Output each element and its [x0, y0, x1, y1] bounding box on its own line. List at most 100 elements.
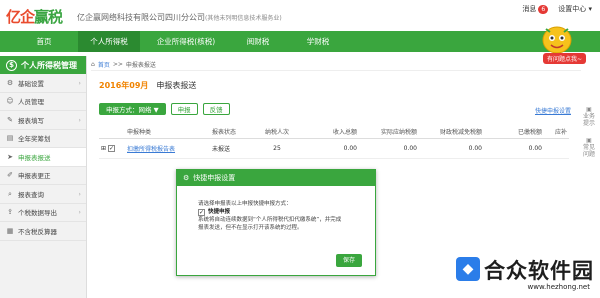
faq-label: 常见问题 — [583, 144, 596, 158]
messages-link[interactable]: 消息 6 — [522, 4, 549, 14]
col-header-count: 纳税人次 — [264, 129, 289, 136]
declare-method-select[interactable]: 申报方式：网络 ▼ — [99, 103, 166, 115]
logo-text-secondary: 赢税 — [34, 7, 63, 26]
sidebar-item-data-export[interactable]: ⇪ 个税数据导出 › — [0, 204, 86, 222]
logo-text: 亿企 — [6, 7, 35, 26]
nav-learn-tax[interactable]: 学财税 — [292, 31, 344, 52]
doc-icon: ▤ — [6, 134, 14, 143]
row-tax: 0.00 — [403, 145, 417, 152]
dialog-description-1: 系统将自动连续数据到“个人所得税代扣代缴系统”，并完成 — [198, 217, 342, 223]
chevron-right-icon: › — [78, 115, 81, 124]
watermark: ◆ 合众软件园 www.hezhong.net — [456, 255, 594, 291]
quick-declare-checkbox[interactable]: ✓ — [198, 208, 205, 216]
business-tips-tab[interactable]: ▣ 业务提示 — [583, 106, 595, 127]
quick-declare-dialog: ⚙ 快捷申报设置 请选择申报表以上申报快捷申报方式： ✓ 快捷申报 系统将自动连… — [176, 169, 376, 276]
declare-button[interactable]: 申报 — [170, 103, 198, 115]
declare-table: 申报种类 报表状态 纳税人次 收入总额 实际应纳税额 财政税减免税额 已缴税额 … — [99, 125, 569, 159]
breadcrumb-separator: >> — [112, 61, 123, 68]
faq-tab[interactable]: ▣ 常见问题 — [583, 137, 595, 158]
main-nav: 首页 个人所得税 企业所得税(核税) 阅财税 学财税 — [0, 31, 600, 52]
messages-badge: 6 — [538, 5, 549, 14]
sidebar-item-declare-send[interactable]: ➤ 申报表报送 — [0, 148, 86, 167]
dialog-description-2: 报表发送，但不在显示打开该系统的过程。 — [198, 225, 303, 231]
expand-icon[interactable]: ⊞ — [101, 145, 106, 152]
nav-home[interactable]: 首页 — [18, 31, 70, 52]
save-button[interactable]: 保存 — [336, 254, 362, 267]
export-icon: ⇪ — [7, 208, 13, 217]
watermark-title: 合众软件园 — [484, 259, 594, 283]
sidebar-title: 个人所得税管理 — [21, 60, 77, 70]
home-icon: ⌂ — [91, 61, 95, 68]
sidebar: $ 个人所得税管理 ⚙ 基础设置 › ☺ 人员管理 ✎ 报表填写 › ▤ 全年奖筹划 ➤ 申报… — [0, 56, 87, 298]
chevron-right-icon: › — [78, 78, 81, 87]
col-header-paid: 已缴税额 — [517, 129, 542, 136]
gear-icon: ⚙ — [183, 174, 190, 182]
pencil-icon: ✎ — [7, 115, 13, 124]
option-label: 快捷申报 — [208, 209, 231, 215]
sidebar-item-report-query[interactable]: ⌕ 报表查询 › — [0, 185, 86, 204]
breadcrumb-home[interactable]: 首页 — [98, 60, 110, 69]
table-header: 申报种类 报表状态 纳税人次 收入总额 实际应纳税额 财政税减免税额 已缴税额 … — [99, 125, 569, 139]
quick-declare-option[interactable]: ✓ 快捷申报 — [198, 208, 375, 216]
person-icon: ☺ — [6, 97, 14, 106]
business-tips-label: 业务提示 — [583, 113, 596, 127]
chevron-right-icon: › — [78, 208, 81, 217]
sidebar-item-personnel[interactable]: ☺ 人员管理 — [0, 93, 86, 111]
row-paid: 0.00 — [528, 145, 542, 152]
company-name: 亿企赢网络科技有限公司四川分公司(其他未列明信息技术服务业) — [77, 12, 282, 23]
tax-icon: $ — [6, 59, 17, 71]
faq-icon: ▣ — [586, 137, 592, 144]
toolbar: 申报方式：网络 ▼ 申报 反馈 — [99, 103, 230, 115]
sidebar-item-report-fill[interactable]: ✎ 报表填写 › — [0, 111, 86, 130]
wrench-icon: ⚙ — [6, 78, 14, 87]
period-label: 2016年09月 — [99, 81, 149, 90]
period-heading: 2016年09月 申报表报送 — [99, 80, 196, 91]
right-side-panel: ▣ 业务提示 ▣ 常见问题 — [583, 106, 595, 168]
col-header-tax: 实际应纳税额 — [380, 129, 417, 136]
edit-icon: ✐ — [7, 171, 13, 180]
sidebar-item-label: 申报表报送 — [18, 153, 51, 162]
nav-read-tax[interactable]: 阅财税 — [232, 31, 284, 52]
col-header-type: 申报种类 — [127, 129, 152, 136]
sidebar-item-label: 人员管理 — [18, 98, 44, 107]
col-header-status: 报表状态 — [212, 129, 237, 136]
report-link[interactable]: 扣缴所得税报告表 — [127, 146, 175, 153]
tips-icon: ▣ — [586, 106, 592, 113]
nav-personal-tax[interactable]: 个人所得税 — [78, 31, 140, 52]
sidebar-header: $ 个人所得税管理 — [0, 56, 86, 74]
row-status: 未报送 — [212, 146, 231, 153]
dialog-intro: 请选择申报表以上申报快捷申报方式： — [198, 201, 292, 207]
row-count: 25 — [273, 145, 281, 152]
messages-label: 消息 — [522, 5, 537, 13]
page-title: 申报表报送 — [156, 81, 197, 90]
table-row: ⊞ ✓ 扣缴所得税报告表 未报送 25 0.00 0.00 0.00 0.00 — [99, 139, 569, 159]
sidebar-item-label: 基础设置 — [18, 79, 44, 88]
row-checkbox[interactable]: ✓ — [107, 145, 115, 152]
sidebar-item-label: 个税数据导出 — [18, 209, 57, 218]
sidebar-item-reverse-calculator[interactable]: ▦ 不含税反算器 — [0, 222, 86, 241]
col-header-relief: 财政税减免税额 — [439, 129, 482, 136]
row-income: 0.00 — [343, 145, 357, 152]
sidebar-item-annual-bonus[interactable]: ▤ 全年奖筹划 — [0, 130, 86, 148]
sidebar-item-label: 报表填写 — [18, 116, 44, 125]
sidebar-item-basic-settings[interactable]: ⚙ 基础设置 › — [0, 74, 86, 93]
dialog-title: 快捷申报设置 — [193, 174, 236, 182]
breadcrumb-current: 申报表报送 — [125, 62, 156, 69]
chevron-right-icon: › — [78, 189, 81, 198]
settings-link[interactable]: 设置中心 ▾ — [558, 4, 592, 14]
col-header-income: 收入总额 — [332, 129, 357, 136]
row-relief: 0.00 — [468, 145, 482, 152]
dialog-body: 请选择申报表以上申报快捷申报方式： ✓ 快捷申报 系统将自动连续数据到“个人所得… — [177, 186, 375, 232]
sidebar-item-declare-correct[interactable]: ✐ 申报表更正 — [0, 167, 86, 185]
top-bar: 亿企赢税 亿企赢网络科技有限公司四川分公司(其他未列明信息技术服务业) 消息 6 … — [0, 0, 600, 31]
feedback-button[interactable]: 反馈 — [202, 103, 230, 115]
search-icon: ⌕ — [8, 189, 12, 198]
dialog-header: ⚙ 快捷申报设置 — [177, 170, 375, 186]
settings-label: 设置中心 — [558, 5, 587, 13]
sidebar-item-label: 不含税反算器 — [18, 227, 57, 236]
quick-declare-settings-link[interactable]: 快捷申报设置 — [535, 106, 571, 115]
watermark-logo-icon: ◆ — [456, 257, 480, 281]
nav-corporate-tax[interactable]: 企业所得税(核税) — [148, 31, 224, 52]
send-icon: ➤ — [7, 152, 13, 161]
sidebar-item-label: 报表查询 — [18, 190, 44, 199]
